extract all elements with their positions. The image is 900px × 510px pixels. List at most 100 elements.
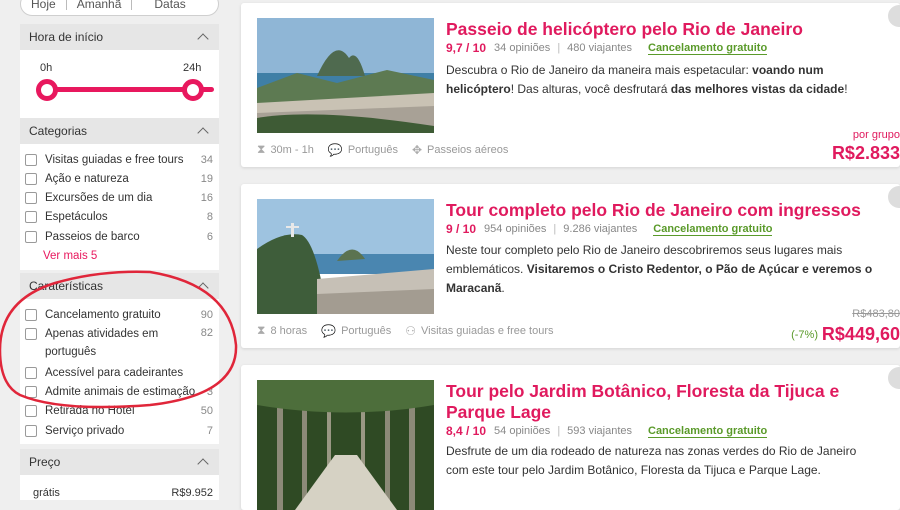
checkbox[interactable] xyxy=(25,231,37,243)
divider: | xyxy=(557,425,561,437)
feature-label: Retirada no Hotel xyxy=(45,405,135,417)
tab-today[interactable]: Hoje xyxy=(21,0,66,11)
tour-card[interactable]: Tour pelo Jardim Botânico, Floresta da T… xyxy=(241,365,900,510)
checkbox[interactable] xyxy=(25,192,37,204)
category-count: 19 xyxy=(200,173,213,185)
category-item: ⚇ Visitas guiadas e free tours xyxy=(405,324,553,338)
checkbox[interactable] xyxy=(25,309,37,321)
desc-highlight: das melhores vistas da cidade xyxy=(670,82,845,96)
rating-line: 8,4 / 10 54 opiniões | 593 viajantes Can… xyxy=(446,424,768,438)
speech-bubble-icon: 💬 xyxy=(321,323,337,338)
rating-line: 9 / 10 954 opiniões | 9.286 viajantes Ca… xyxy=(446,222,773,236)
feature-count: 82 xyxy=(200,327,213,339)
divider: | xyxy=(557,42,561,54)
category: Passeios aéreos xyxy=(427,143,509,156)
feature-label: Admite animais de estimação xyxy=(45,386,196,398)
start-time-header[interactable]: Hora de início xyxy=(20,24,219,50)
feature-label: Cancelamento gratuito xyxy=(45,309,161,321)
language: Português xyxy=(347,143,398,156)
price-range-labels: grátis R$9.952 xyxy=(33,487,213,499)
tour-title[interactable]: Tour completo pelo Rio de Janeiro com in… xyxy=(446,200,866,221)
tour-price: R$2.833 xyxy=(831,143,900,163)
old-price: R$483,80 xyxy=(852,308,900,320)
slider-max-label: 24h xyxy=(183,62,202,74)
duration-item: ⧗ 30m - 1h xyxy=(257,142,314,157)
feature-label: Acessível para cadeirantes xyxy=(45,367,184,379)
checkbox[interactable] xyxy=(25,154,37,166)
tour-title[interactable]: Passeio de helicóptero pelo Rio de Janei… xyxy=(446,19,866,40)
favorite-heart-icon[interactable] xyxy=(888,367,900,389)
categories-header[interactable]: Categorias xyxy=(20,118,219,144)
discount-badge: (-7%) xyxy=(791,329,818,341)
reviews-count[interactable]: 34 opiniões xyxy=(494,42,550,54)
tour-card[interactable]: Passeio de helicóptero pelo Rio de Janei… xyxy=(241,3,900,167)
tour-title[interactable]: Tour pelo Jardim Botânico, Floresta da T… xyxy=(446,381,866,423)
checkbox[interactable] xyxy=(25,328,37,340)
free-cancel-badge: Cancelamento gratuito xyxy=(648,424,768,438)
tour-price: R$449,60 xyxy=(821,324,900,344)
category-label: Espetáculos xyxy=(45,211,108,223)
filters-sidebar: Hoje Amanhã Datas Hora de início 0h 24h … xyxy=(20,0,219,500)
price-title: Preço xyxy=(29,455,61,469)
category-option[interactable]: Espetáculos 8 xyxy=(25,208,213,226)
checkbox[interactable] xyxy=(25,386,37,398)
feature-option[interactable]: Admite animais de estimação 3 xyxy=(25,383,213,401)
slider-min-handle[interactable] xyxy=(36,79,58,101)
feature-count: 3 xyxy=(206,386,213,398)
reviews-count[interactable]: 954 opiniões xyxy=(484,223,546,235)
feature-count: 7 xyxy=(206,425,213,437)
chevron-up-icon xyxy=(197,33,209,45)
start-time-title: Hora de início xyxy=(29,30,104,44)
tab-dates[interactable]: Datas xyxy=(144,0,195,11)
checkbox[interactable] xyxy=(25,405,37,417)
reviews-count[interactable]: 54 opiniões xyxy=(494,425,550,437)
feature-option[interactable]: Acessível para cadeirantes xyxy=(25,364,213,382)
category-option[interactable]: Visitas guiadas e free tours 34 xyxy=(25,151,213,169)
feature-label: Apenas atividades em português xyxy=(45,328,159,358)
feature-label: Serviço privado xyxy=(45,425,125,437)
checkbox[interactable] xyxy=(25,367,37,379)
slider-max-handle[interactable] xyxy=(182,79,204,101)
slider-min-label: 0h xyxy=(40,62,53,74)
category-count: 8 xyxy=(206,211,213,223)
chevron-up-icon xyxy=(197,127,209,139)
favorite-heart-icon[interactable] xyxy=(888,5,900,27)
category-label: Excursões de um dia xyxy=(45,192,153,204)
tour-photo-christ[interactable] xyxy=(257,199,434,314)
desc-text: ! xyxy=(844,82,848,96)
favorite-heart-icon[interactable] xyxy=(888,186,900,208)
tour-photo-botanical-garden[interactable] xyxy=(257,380,434,510)
travelers-count: 9.286 viajantes xyxy=(563,223,638,235)
tour-meta: ⧗ 8 horas 💬 Português ⚇ Visitas guiadas e f… xyxy=(257,323,568,338)
checkbox[interactable] xyxy=(25,173,37,185)
categories-title: Categorias xyxy=(29,124,88,138)
rating-line: 9,7 / 10 34 opiniões | 480 viajantes Can… xyxy=(446,41,768,55)
travelers-count: 480 viajantes xyxy=(567,42,632,54)
tour-card[interactable]: Tour completo pelo Rio de Janeiro com in… xyxy=(241,184,900,348)
see-more-link[interactable]: Ver mais 5 xyxy=(43,250,97,262)
feature-option[interactable]: Apenas atividades em português 82 xyxy=(25,325,213,361)
category-item: ✥ Passeios aéreos xyxy=(412,143,508,157)
category-option[interactable]: Passeios de barco 6 xyxy=(25,228,213,246)
feature-option[interactable]: Retirada no Hotel 50 xyxy=(25,402,213,420)
checkbox[interactable] xyxy=(25,211,37,223)
desc-text: Desfrute de um dia rodeado de natureza n… xyxy=(446,444,857,477)
desc-text: Descubra o Rio de Janeiro da maneira mai… xyxy=(446,63,753,77)
guide-person-icon: ⚇ xyxy=(405,323,417,338)
category-count: 16 xyxy=(200,192,213,204)
helicopter-icon: ✥ xyxy=(411,142,423,157)
tab-tomorrow[interactable]: Amanhã xyxy=(67,0,132,11)
category-option[interactable]: Ação e natureza 19 xyxy=(25,170,213,188)
rating-score: 9,7 / 10 xyxy=(446,41,487,55)
features-header[interactable]: Caraterísticas xyxy=(20,273,219,299)
tour-photo-helicopter[interactable] xyxy=(257,18,434,133)
category-count: 34 xyxy=(200,154,213,166)
category-label: Visitas guiadas e free tours xyxy=(45,154,184,166)
feature-option[interactable]: Cancelamento gratuito 90 xyxy=(25,306,213,324)
price-header[interactable]: Preço xyxy=(20,449,219,475)
language: Português xyxy=(341,324,392,337)
feature-option[interactable]: Serviço privado 7 xyxy=(25,422,213,440)
category-label: Passeios de barco xyxy=(45,231,140,243)
checkbox[interactable] xyxy=(25,425,37,437)
category-option[interactable]: Excursões de um dia 16 xyxy=(25,189,213,207)
